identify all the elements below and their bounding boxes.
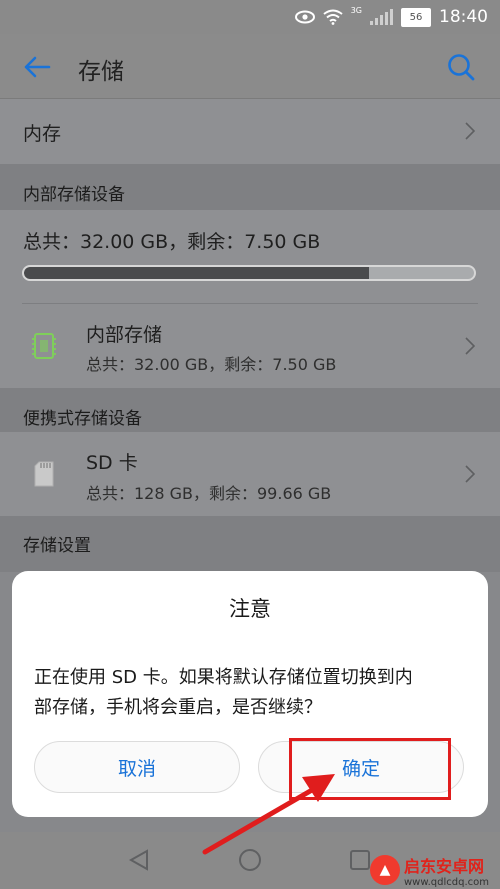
storage-usage-fill bbox=[24, 267, 369, 279]
internal-storage-section-header: 内部存储设备 bbox=[0, 164, 500, 210]
dialog-message-line1: 正在使用 SD 卡。如果将默认存储位置切换到内 bbox=[34, 667, 413, 688]
search-icon[interactable] bbox=[446, 52, 476, 82]
dialog-message-line2: 部存储，手机将会重启，是否继续？ bbox=[34, 697, 322, 718]
signal-icon bbox=[370, 9, 393, 25]
back-arrow-icon[interactable] bbox=[22, 52, 52, 82]
watermark-logo-icon: ▲ bbox=[370, 855, 400, 885]
portable-storage-section-header: 便携式存储设备 bbox=[0, 388, 500, 432]
status-icons: 3G 56 18:40 bbox=[294, 6, 488, 28]
sd-card-title: SD 卡 bbox=[86, 452, 138, 474]
nav-recents-icon[interactable] bbox=[350, 850, 370, 870]
chevron-right-icon bbox=[465, 465, 475, 483]
battery-level: 56 bbox=[409, 11, 423, 23]
internal-storage-item[interactable]: 内部存储 总共：32.00 GB，剩余：7.50 GB bbox=[0, 304, 500, 388]
nav-home-icon[interactable] bbox=[238, 848, 262, 872]
highlight-annotation-box bbox=[289, 738, 451, 800]
dialog-title: 注意 bbox=[229, 597, 271, 621]
cancel-button[interactable]: 取消 bbox=[34, 741, 240, 793]
chip-icon bbox=[32, 333, 56, 359]
sd-card-subtitle: 总共：128 GB，剩余：99.66 GB bbox=[86, 484, 332, 503]
watermark-name: 启东安卓网 bbox=[404, 856, 485, 876]
internal-storage-title: 内部存储 bbox=[86, 324, 163, 346]
internal-storage-subtitle: 总共：32.00 GB，剩余：7.50 GB bbox=[86, 355, 337, 374]
status-bar: 3G 56 18:40 bbox=[0, 0, 500, 34]
wifi-icon bbox=[323, 9, 343, 25]
section-title-portable: 便携式存储设备 bbox=[23, 409, 142, 429]
chevron-right-icon bbox=[465, 337, 475, 355]
section-title-internal: 内部存储设备 bbox=[23, 185, 125, 205]
memory-label: 内存 bbox=[23, 123, 62, 145]
sd-card-icon bbox=[34, 461, 54, 487]
app-bar: 存储 bbox=[0, 34, 500, 99]
page-title: 存储 bbox=[78, 59, 124, 85]
storage-usage-bar bbox=[22, 265, 476, 281]
watermark-url: www.qdlcdq.com bbox=[404, 876, 489, 888]
network-type-label: 3G bbox=[350, 6, 362, 15]
dialog-message: 正在使用 SD 卡。如果将默认存储位置切换到内 部存储，手机将会重启，是否继续？ bbox=[34, 663, 474, 723]
chevron-right-icon bbox=[465, 122, 475, 140]
phone-screen: 3G 56 18:40 存储 内存 内部存储设备 总共：32.00 GB，剩余：… bbox=[0, 0, 500, 889]
sd-card-item[interactable]: SD 卡 总共：128 GB，剩余：99.66 GB bbox=[0, 432, 500, 516]
site-watermark: ▲ 启东安卓网 www.qdlcdq.com bbox=[370, 852, 498, 888]
eye-icon bbox=[294, 10, 315, 24]
section-title-settings: 存储设置 bbox=[23, 536, 91, 556]
storage-settings-section-header: 存储设置 bbox=[0, 516, 500, 572]
status-time: 18:40 bbox=[439, 7, 488, 27]
memory-row[interactable]: 内存 bbox=[0, 99, 500, 164]
battery-icon: 56 bbox=[401, 7, 431, 27]
storage-summary-text: 总共：32.00 GB，剩余：7.50 GB bbox=[23, 231, 321, 253]
nav-back-icon[interactable] bbox=[128, 849, 150, 871]
watermark-text: 启东安卓网 www.qdlcdq.com bbox=[404, 853, 489, 888]
